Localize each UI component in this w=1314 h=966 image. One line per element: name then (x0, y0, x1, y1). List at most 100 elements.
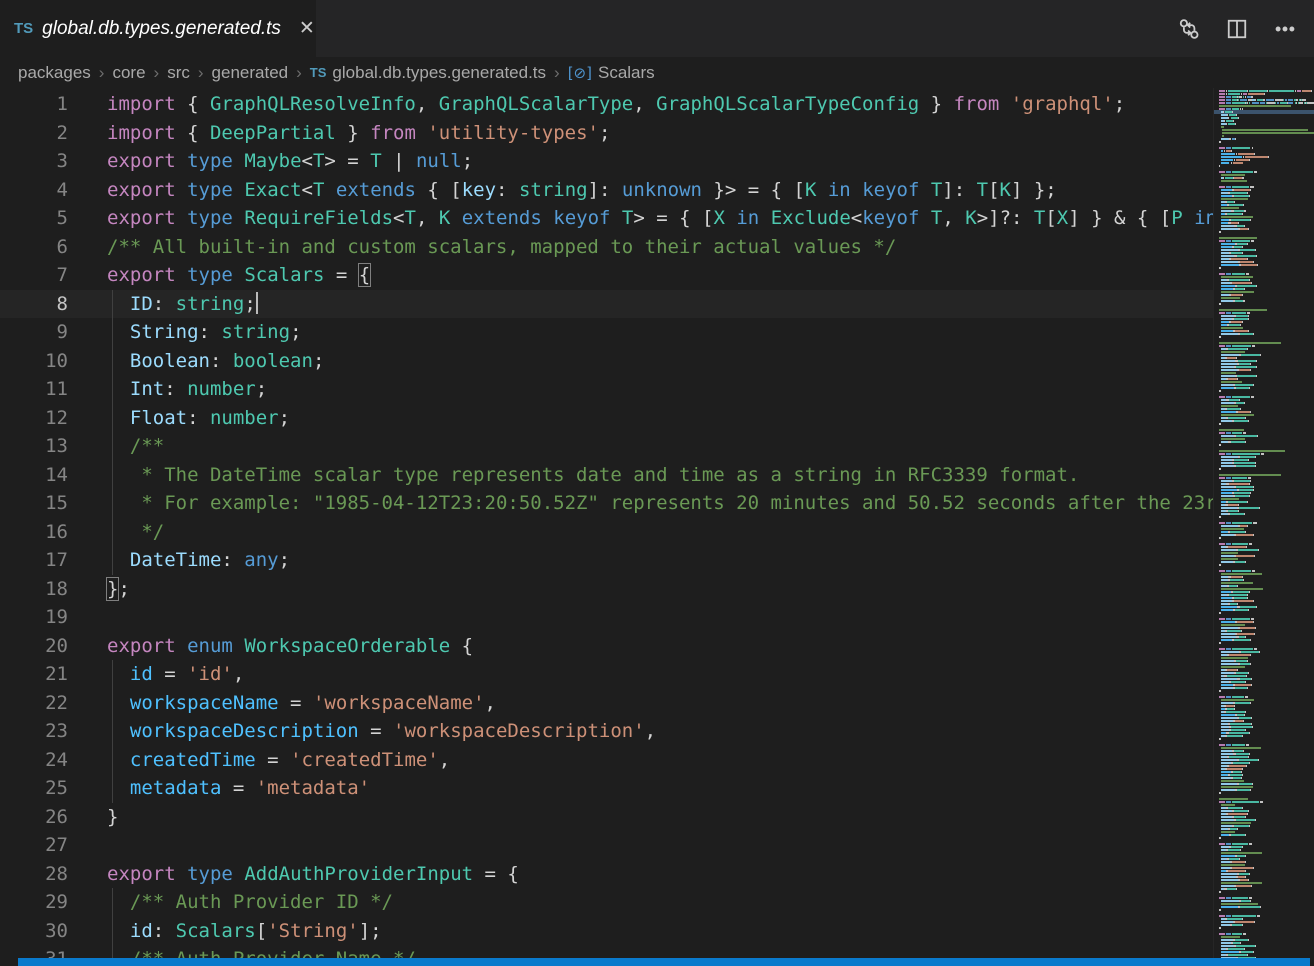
code-line[interactable]: 31 /** Auth Provider Name */ (0, 945, 1213, 958)
line-number[interactable]: 24 (0, 746, 68, 775)
code-line[interactable]: 25 metadata = 'metadata' (0, 774, 1213, 803)
minimap-line (1219, 744, 1314, 746)
close-icon[interactable]: ✕ (295, 16, 319, 41)
code-line[interactable]: 27 (0, 831, 1213, 860)
minimap-line (1219, 633, 1314, 635)
line-number[interactable]: 10 (0, 347, 68, 376)
line-number[interactable]: 13 (0, 432, 68, 461)
line-number[interactable]: 5 (0, 204, 68, 233)
minimap-line (1219, 939, 1314, 941)
breadcrumb-item-file[interactable]: TS global.db.types.generated.ts (310, 63, 546, 83)
code-line[interactable]: 17 DateTime: any; (0, 546, 1213, 575)
code-token: string (176, 293, 245, 315)
code-line[interactable]: 22 workspaceName = 'workspaceName', (0, 689, 1213, 718)
line-number[interactable]: 18 (0, 575, 68, 604)
line-number[interactable]: 17 (0, 546, 68, 575)
minimap-line (1219, 516, 1314, 518)
line-number[interactable]: 19 (0, 603, 68, 632)
line-number[interactable]: 31 (0, 945, 68, 958)
minimap-line (1219, 705, 1314, 707)
line-number[interactable]: 7 (0, 261, 68, 290)
line-number[interactable]: 26 (0, 803, 68, 832)
line-number[interactable]: 29 (0, 888, 68, 917)
code-token (450, 207, 461, 229)
line-number[interactable]: 23 (0, 717, 68, 746)
code-line[interactable]: 1import { GraphQLResolveInfo, GraphQLSca… (0, 90, 1213, 119)
line-number[interactable]: 30 (0, 917, 68, 946)
line-number[interactable]: 3 (0, 147, 68, 176)
minimap-line (1219, 630, 1314, 632)
code-line[interactable]: 18}; (0, 575, 1213, 604)
minimap-line (1219, 612, 1314, 614)
line-number[interactable]: 16 (0, 518, 68, 547)
code-line[interactable]: 14 * The DateTime scalar type represents… (0, 461, 1213, 490)
line-number[interactable]: 20 (0, 632, 68, 661)
line-number[interactable]: 12 (0, 404, 68, 433)
line-number[interactable]: 27 (0, 831, 68, 860)
line-number[interactable]: 11 (0, 375, 68, 404)
line-number[interactable]: 15 (0, 489, 68, 518)
code-editor[interactable]: 1import { GraphQLResolveInfo, GraphQLSca… (0, 88, 1213, 958)
code-token: in (828, 179, 851, 201)
line-number[interactable]: 21 (0, 660, 68, 689)
line-number[interactable]: 1 (0, 90, 68, 119)
code-line[interactable]: 15 * For example: "1985-04-12T23:20:50.5… (0, 489, 1213, 518)
code-line[interactable]: 20export enum WorkspaceOrderable { (0, 632, 1213, 661)
code-line[interactable]: 8 ID: string; (0, 290, 1213, 319)
code-line[interactable]: 13 /** (0, 432, 1213, 461)
code-line[interactable]: 30 id: Scalars['String']; (0, 917, 1213, 946)
split-editor-icon[interactable] (1224, 16, 1250, 42)
line-number[interactable]: 28 (0, 860, 68, 889)
minimap-line (1219, 954, 1314, 956)
code-line[interactable]: 28export type AddAuthProviderInput = { (0, 860, 1213, 889)
line-number[interactable]: 2 (0, 119, 68, 148)
open-changes-icon[interactable] (1176, 16, 1202, 42)
minimap-line (1219, 789, 1314, 791)
tab-global-db-types-generated[interactable]: TS global.db.types.generated.ts ✕ (0, 0, 316, 57)
code-line[interactable]: 19 (0, 603, 1213, 632)
breadcrumb-item-scalars-symbol[interactable]: [⊘] Scalars (568, 63, 655, 83)
line-number[interactable]: 14 (0, 461, 68, 490)
minimap[interactable] (1213, 88, 1314, 958)
line-number[interactable]: 4 (0, 176, 68, 205)
breadcrumb: packages › core › src › generated › TS g… (0, 57, 1314, 88)
code-line[interactable]: 16 */ (0, 518, 1213, 547)
minimap-line (1219, 141, 1314, 143)
more-actions-icon[interactable] (1272, 16, 1298, 42)
code-token (1183, 207, 1194, 229)
code-line[interactable]: 5export type RequireFields<T, K extends … (0, 204, 1213, 233)
code-line[interactable]: 10 Boolean: boolean; (0, 347, 1213, 376)
code-line[interactable]: 23 workspaceDescription = 'workspaceDesc… (0, 717, 1213, 746)
minimap-line (1219, 300, 1314, 302)
code-token (107, 720, 130, 742)
minimap-line (1219, 453, 1314, 455)
code-line[interactable]: 6/** All built-in and custom scalars, ma… (0, 233, 1213, 262)
breadcrumb-item-packages[interactable]: packages (18, 63, 91, 83)
code-line[interactable]: 24 createdTime = 'createdTime', (0, 746, 1213, 775)
line-number[interactable]: 8 (0, 290, 68, 319)
breadcrumb-item-core[interactable]: core (112, 63, 145, 83)
code-line[interactable]: 9 String: string; (0, 318, 1213, 347)
code-line[interactable]: 3export type Maybe<T> = T | null; (0, 147, 1213, 176)
line-number[interactable]: 6 (0, 233, 68, 262)
code-line[interactable]: 26} (0, 803, 1213, 832)
code-line[interactable]: 2import { DeepPartial } from 'utility-ty… (0, 119, 1213, 148)
line-number[interactable]: 22 (0, 689, 68, 718)
code-line[interactable]: 21 id = 'id', (0, 660, 1213, 689)
code-line[interactable]: 11 Int: number; (0, 375, 1213, 404)
minimap-line (1219, 594, 1314, 596)
code-line[interactable]: 12 Float: number; (0, 404, 1213, 433)
breadcrumb-item-src[interactable]: src (167, 63, 190, 83)
line-number[interactable]: 25 (0, 774, 68, 803)
minimap-line (1219, 93, 1314, 95)
code-line-content: Boolean: boolean; (68, 347, 324, 376)
line-number[interactable]: 9 (0, 318, 68, 347)
minimap-line (1219, 873, 1314, 875)
breadcrumb-item-generated[interactable]: generated (212, 63, 289, 83)
minimap-line (1219, 816, 1314, 818)
code-line[interactable]: 29 /** Auth Provider ID */ (0, 888, 1213, 917)
code-token: T (977, 179, 988, 201)
minimap-line (1219, 792, 1314, 794)
code-line[interactable]: 7export type Scalars = { (0, 261, 1213, 290)
code-line[interactable]: 4export type Exact<T extends { [key: str… (0, 176, 1213, 205)
